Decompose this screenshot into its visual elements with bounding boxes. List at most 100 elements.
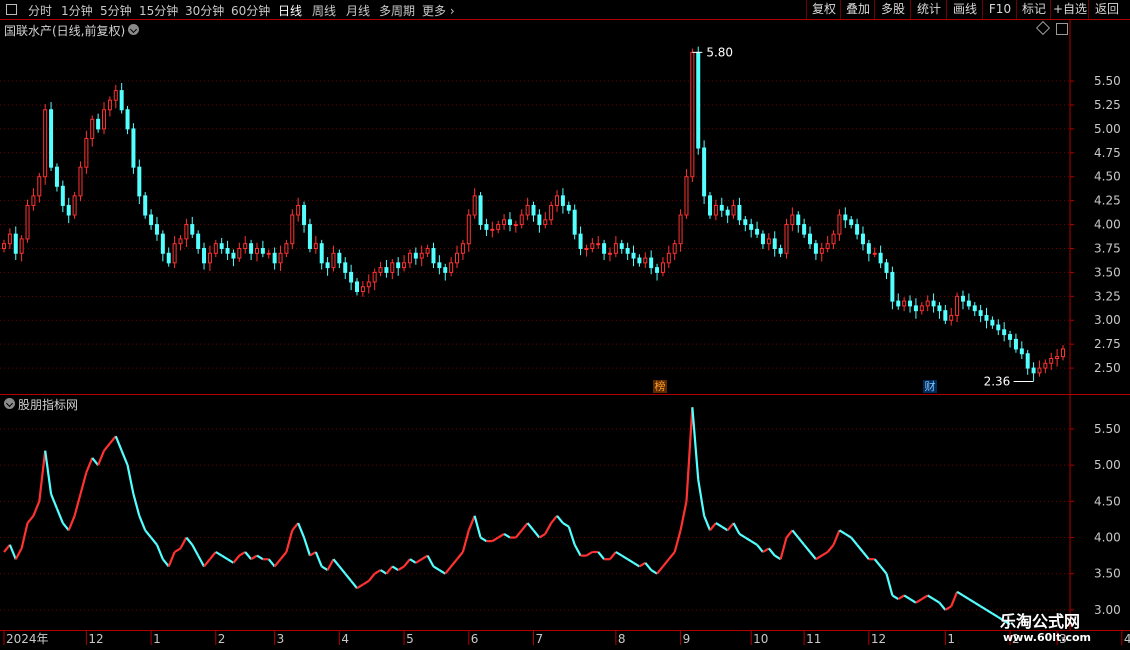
candle-body-48: [284, 243, 289, 254]
candle-body-129: [760, 233, 765, 245]
indicator-segment-70: [409, 558, 417, 564]
xtick-label-12: 11: [806, 632, 821, 646]
indicator-segment-149: [873, 558, 882, 568]
indicator-segment-98: [573, 544, 582, 557]
indicator-segment-160: [938, 601, 947, 611]
candle-body-31: [184, 224, 189, 240]
candle-body-40: [237, 247, 242, 259]
indicator-segment-104: [609, 551, 617, 560]
candle-body-142: [837, 214, 842, 235]
indicator-segment-106: [621, 554, 629, 561]
candle-body-15: [90, 118, 95, 139]
xtick-label-17: 4: [1124, 632, 1130, 646]
indicator-menu-icon[interactable]: [4, 398, 15, 409]
candle-body-92: [543, 219, 548, 226]
candle-body-10: [60, 185, 65, 206]
indicator-segment-147: [862, 551, 870, 560]
indicator-segment-102: [597, 551, 605, 560]
candle-body-153: [902, 300, 907, 307]
candle-body-81: [478, 195, 483, 226]
candle-body-77: [455, 252, 460, 264]
watermark-title: 乐淘公式网: [1000, 612, 1081, 631]
indicator-segment-144: [844, 532, 852, 539]
xtick-label-7: 6: [471, 632, 479, 646]
candle-body-87: [513, 224, 518, 227]
candle-body-27: [160, 233, 165, 254]
candle-body-130: [766, 238, 771, 245]
candle-body-150: [884, 262, 889, 273]
candle-body-60: [355, 281, 359, 293]
candle-body-127: [749, 224, 754, 230]
candle-body-28: [166, 252, 171, 264]
candle-body-61: [360, 286, 365, 293]
marker-cai[interactable]: 财: [923, 380, 937, 393]
candle-body-54: [319, 243, 324, 264]
marker-bang[interactable]: 榜: [653, 380, 667, 393]
candle-body-24: [143, 195, 148, 216]
candle-body-74: [437, 262, 442, 269]
candle-body-180: [1061, 348, 1065, 358]
main-ytick-label-11: 5.25: [1094, 98, 1121, 112]
indicator-segment-15: [85, 457, 94, 473]
main-ytick-label-0: 2.50: [1094, 361, 1121, 375]
indicator-segment-145: [850, 536, 858, 546]
indicator-grid: [0, 428, 1070, 611]
indicator-segment-67: [391, 565, 399, 572]
candle-body-105: [619, 243, 624, 249]
candle-body-138: [813, 243, 818, 254]
candle-body-152: [896, 300, 901, 307]
indicator-segment-48: [279, 551, 288, 560]
indicator-segment-65: [379, 569, 387, 575]
main-ytick-label-7: 4.25: [1094, 194, 1121, 208]
candle-body-135: [796, 214, 801, 226]
candle-body-170: [1002, 329, 1007, 336]
indicator-segment-57: [332, 558, 341, 568]
indicator-segment-156: [915, 598, 923, 604]
candle-body-91: [537, 214, 542, 226]
xtick-label-2: 1: [153, 632, 161, 646]
candle-body-97: [572, 209, 577, 235]
indicator-segment-7: [38, 450, 47, 502]
candle-body-71: [419, 252, 424, 259]
candle-body-14: [84, 137, 89, 168]
indicator-segment-73: [426, 555, 435, 568]
indicator-segment-143: [838, 529, 846, 535]
indicator-segment-17: [97, 450, 106, 466]
xtick-label-1: 12: [88, 632, 103, 646]
indicator-segment-152: [891, 594, 899, 600]
indicator-segment-13: [73, 493, 82, 517]
indicator-segment-59: [344, 573, 352, 582]
indicator-segment-92: [538, 532, 546, 539]
candle-body-166: [978, 310, 983, 316]
indicator-segment-77: [450, 558, 458, 568]
candle-body-83: [490, 228, 495, 231]
candle-body-125: [737, 204, 742, 221]
candle-body-112: [660, 262, 665, 273]
main-ytick-label-10: 5.00: [1094, 122, 1121, 136]
candle-body-159: [937, 305, 942, 312]
candle-body-23: [137, 166, 142, 197]
candle-body-137: [808, 233, 813, 245]
indicator-segment-111: [650, 569, 658, 575]
indicator-segment-117: [685, 407, 694, 502]
candle-body-46: [272, 252, 277, 264]
xtick-label-14: 1: [947, 632, 955, 646]
candle-body-172: [1013, 338, 1018, 350]
indicator-segment-60: [350, 580, 358, 589]
indicator-segment-88: [514, 529, 523, 539]
candle-body-179: [1055, 356, 1060, 360]
candle-body-132: [778, 247, 783, 254]
indicator-segment-86: [503, 532, 511, 539]
indicator-segment-137: [803, 544, 811, 553]
candle-body-55: [325, 262, 330, 269]
candle-body-76: [449, 262, 454, 273]
candle-body-39: [231, 252, 236, 259]
main-grid: [0, 80, 1070, 369]
candle-body-149: [878, 252, 883, 264]
indicator-segment-3: [14, 547, 23, 560]
indicator-segment-81: [473, 515, 482, 538]
candles: [2, 46, 1065, 381]
annotations: 5.80 2.36: [692, 45, 1034, 388]
candle-body-114: [672, 243, 677, 254]
candle-body-101: [596, 243, 601, 246]
